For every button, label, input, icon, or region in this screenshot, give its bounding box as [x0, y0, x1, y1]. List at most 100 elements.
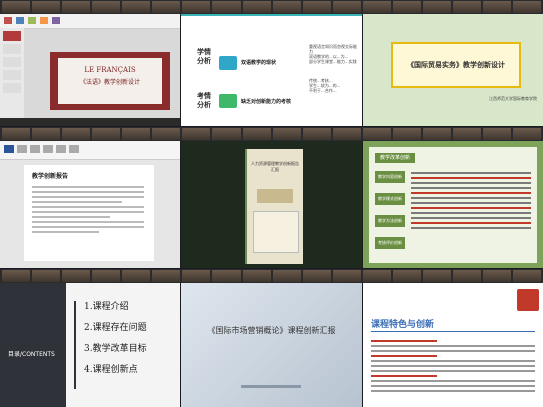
contents-label: 目录/CONTENTS	[8, 351, 55, 358]
participant-thumbnail[interactable]	[62, 270, 91, 282]
participant-thumbnail[interactable]	[302, 270, 331, 282]
participant-thumbnail[interactable]	[92, 1, 121, 13]
participant-thumbnail[interactable]	[122, 270, 151, 282]
slide-panel: LE FRANÇAIS 《法语》教学创新设计	[58, 58, 162, 104]
participant-thumbnail[interactable]	[152, 1, 181, 13]
label-xueqing: 学情分析	[197, 48, 211, 65]
participant-thumbnail[interactable]	[2, 270, 31, 282]
participant-thumbnail[interactable]	[242, 1, 271, 13]
participant-thumbnail[interactable]	[422, 1, 451, 13]
participant-thumbnail[interactable]	[92, 270, 121, 282]
shared-screen-french-ppt[interactable]: LE FRANÇAIS 《法语》教学创新设计	[0, 14, 180, 126]
participant-strip-top	[0, 0, 543, 14]
participant-thumbnail[interactable]	[182, 1, 211, 13]
taskbar	[0, 118, 180, 126]
participant-thumbnail[interactable]	[392, 270, 421, 282]
participant-thumbnail[interactable]	[483, 270, 512, 282]
subtitle-line	[241, 385, 301, 388]
ribbon-icon[interactable]	[52, 17, 60, 24]
participant-thumbnail[interactable]	[272, 270, 301, 282]
participant-thumbnail[interactable]	[212, 270, 241, 282]
participant-thumbnail[interactable]	[62, 128, 91, 140]
participant-thumbnail[interactable]	[422, 270, 451, 282]
participant-thumbnail[interactable]	[152, 128, 181, 140]
shared-screen-trade[interactable]: 《国际贸易实务》教学创新设计 江西师范大学国际教育学院	[363, 14, 543, 126]
slide-thumbnail[interactable]	[3, 44, 21, 54]
participant-thumbnail[interactable]	[452, 270, 481, 282]
slide-title: 《国际贸易实务》教学创新设计	[407, 61, 505, 69]
slide-title: 课程特色与创新	[371, 320, 435, 330]
participant-thumbnail[interactable]	[483, 128, 512, 140]
participant-thumbnail[interactable]	[452, 1, 481, 13]
participant-thumbnail[interactable]	[32, 128, 61, 140]
ribbon-icon[interactable]	[30, 145, 40, 153]
participant-thumbnail[interactable]	[362, 128, 391, 140]
participant-thumbnail[interactable]	[332, 270, 361, 282]
contents-item[interactable]: 4.课程创新点	[84, 362, 147, 375]
title-underline	[371, 331, 535, 332]
shared-screen-reform[interactable]: 教学改革创新 教学内容创新 教学模式创新 教学方法创新 考核评价创新	[363, 141, 543, 268]
document-page[interactable]: 教学创新报告	[24, 165, 154, 261]
contents-item[interactable]: 2.课程存在问题	[84, 320, 147, 333]
reform-label: 考核评价创新	[375, 237, 405, 249]
participant-thumbnail[interactable]	[182, 128, 211, 140]
slide-thumbnail[interactable]	[3, 70, 21, 80]
participant-thumbnail[interactable]	[362, 1, 391, 13]
reform-text-lines	[411, 169, 531, 232]
computer-icon	[219, 56, 237, 70]
participant-thumbnail[interactable]	[272, 1, 301, 13]
participant-thumbnail[interactable]	[392, 128, 421, 140]
ribbon-icon[interactable]	[4, 17, 12, 24]
participant-thumbnail[interactable]	[32, 270, 61, 282]
ribbon-icon[interactable]	[43, 145, 53, 153]
participant-thumbnail[interactable]	[2, 1, 31, 13]
participant-thumbnail[interactable]	[212, 128, 241, 140]
shared-screen-features[interactable]: 课程特色与创新	[363, 283, 543, 407]
ribbon-icon[interactable]	[69, 145, 79, 153]
participant-thumbnail[interactable]	[302, 128, 331, 140]
shared-screen-contents[interactable]: 目录/CONTENTS 1.课程介绍 2.课程存在问题 3.教学改革目标 4.课…	[0, 283, 180, 407]
ribbon-icon[interactable]	[40, 17, 48, 24]
participant-thumbnail[interactable]	[122, 1, 151, 13]
participant-thumbnail[interactable]	[122, 128, 151, 140]
shared-screen-chuzhong[interactable]: 学情分析 考情分析 双语教学的现状 缺乏对创新能力的考核 重视语言知识而忽视交际…	[181, 14, 362, 126]
participant-thumbnail[interactable]	[362, 270, 391, 282]
shared-screen-marketing[interactable]: 《国际市场营销概论》课程创新汇报	[181, 283, 362, 407]
ribbon-icon[interactable]	[16, 17, 24, 24]
participant-thumbnail[interactable]	[242, 128, 271, 140]
shared-screen-hr-report[interactable]: 人力资源管理教学创新报告汇报	[181, 141, 362, 268]
participant-thumbnail[interactable]	[392, 1, 421, 13]
participant-thumbnail[interactable]	[422, 128, 451, 140]
contents-item[interactable]: 1.课程介绍	[84, 299, 147, 312]
participant-thumbnail[interactable]	[332, 128, 361, 140]
participant-thumbnail[interactable]	[62, 1, 91, 13]
participant-thumbnail[interactable]	[452, 128, 481, 140]
participant-thumbnail[interactable]	[513, 270, 542, 282]
participant-thumbnail[interactable]	[212, 1, 241, 13]
participant-thumbnail[interactable]	[272, 128, 301, 140]
participant-thumbnail[interactable]	[32, 1, 61, 13]
slide-thumbnail[interactable]	[3, 31, 21, 41]
ribbon-icon[interactable]	[56, 145, 66, 153]
participant-thumbnail[interactable]	[513, 128, 542, 140]
participant-thumbnail[interactable]	[483, 1, 512, 13]
participant-thumbnail[interactable]	[332, 1, 361, 13]
participant-thumbnail[interactable]	[513, 1, 542, 13]
slide-canvas: LE FRANÇAIS 《法语》教学创新设计	[50, 52, 170, 110]
slide-thumbnail[interactable]	[3, 57, 21, 67]
ribbon-icon[interactable]	[28, 17, 36, 24]
bullet: 部分学生课堂...能力...实践	[309, 59, 357, 64]
contents-item[interactable]: 3.教学改革目标	[84, 341, 147, 354]
slide-thumbnail[interactable]	[3, 83, 21, 93]
participant-thumbnail[interactable]	[242, 270, 271, 282]
participant-thumbnail[interactable]	[302, 1, 331, 13]
ribbon-icon[interactable]	[17, 145, 27, 153]
shared-screen-word-doc[interactable]: 教学创新报告	[0, 141, 180, 268]
participant-thumbnail[interactable]	[2, 128, 31, 140]
participant-thumbnail[interactable]	[152, 270, 181, 282]
participant-thumbnail[interactable]	[92, 128, 121, 140]
bullet-list: 重视语言知识而忽视交际能力 双语教学的...以...为... 部分学生课堂...…	[309, 44, 359, 93]
participant-thumbnail[interactable]	[182, 270, 211, 282]
ribbon-icon[interactable]	[4, 145, 14, 153]
footer-text: 江西师范大学国际教育学院	[489, 96, 537, 101]
